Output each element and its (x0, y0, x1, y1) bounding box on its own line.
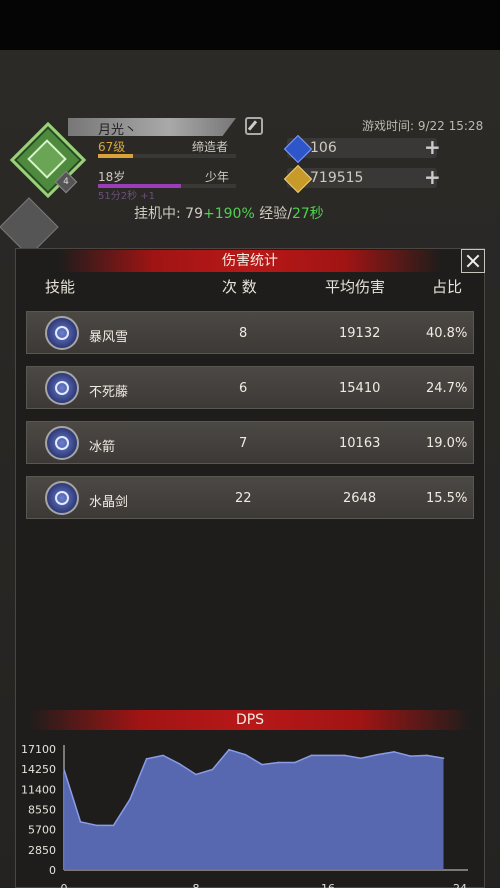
dps-data-point (310, 754, 313, 757)
dps-data-point (96, 824, 98, 827)
dps-data-point (145, 758, 148, 760)
skill-count: 6 (239, 381, 248, 396)
y-tick-label: 2850 (28, 844, 56, 857)
idle-status: 挂机中: 79+190% 经验/27秒 (134, 203, 324, 223)
skill-name: 不死藤 (89, 385, 129, 400)
dps-chart-title: DPS (30, 710, 470, 730)
column-header-percent: 占比 (432, 278, 463, 296)
undead-vine-icon (45, 371, 79, 405)
gems-amount: 106 (310, 140, 337, 156)
skill-avg-damage: 10163 (339, 436, 381, 451)
edit-icon[interactable] (245, 117, 263, 135)
dps-data-point (79, 821, 82, 823)
skill-percent: 19.0% (426, 436, 468, 451)
dps-data-point (294, 761, 296, 764)
y-tick-label: 14250 (21, 763, 56, 776)
exp-value: 27秒 (291, 206, 324, 222)
y-tick-label: 8550 (28, 804, 56, 817)
name-plate (68, 118, 236, 136)
crystal-sword-icon (45, 481, 79, 515)
dps-data-point (244, 753, 247, 756)
exp-label: 经验/ (254, 206, 292, 222)
dps-data-point (63, 768, 65, 771)
dps-data-point (426, 754, 428, 757)
y-tick-label: 5700 (28, 824, 56, 837)
dps-data-point (360, 757, 362, 759)
idle-bonus: +190% (203, 206, 255, 222)
gold-amount: 719515 (310, 170, 364, 186)
dialog-title: 伤害统计 (60, 250, 440, 272)
dps-data-point (228, 748, 230, 751)
skill-count: 22 (235, 491, 252, 506)
player-name: 月光丶 (98, 123, 138, 138)
table-row[interactable]: 暴风雪 8 19132 40.8% (26, 311, 474, 354)
dps-data-point (129, 798, 131, 801)
top-status-bar (0, 0, 500, 50)
dps-data-point (442, 757, 445, 759)
x-tick-label: 16 (321, 882, 335, 888)
level-progress-bar (98, 154, 236, 158)
dps-data-point (327, 754, 329, 757)
skill-name: 冰箭 (89, 440, 116, 455)
x-tick-label: 24 (453, 882, 467, 888)
table-row[interactable]: 不死藤 6 15410 24.7% (26, 366, 474, 409)
x-tick-label: 8 (193, 882, 200, 888)
dps-data-point (343, 754, 346, 757)
close-button[interactable] (461, 249, 485, 273)
idle-label: 挂机中: (134, 206, 186, 222)
player-age: 18岁 (98, 170, 126, 184)
dps-data-point (211, 768, 214, 771)
skill-count: 7 (239, 436, 248, 451)
age-progress-text: 51分2秒 +1 (98, 191, 156, 202)
skill-avg-damage: 2648 (343, 491, 377, 506)
dps-data-point (277, 761, 280, 764)
age-stage: 少年 (205, 170, 230, 184)
dps-data-point (261, 763, 263, 766)
skill-name: 水晶剑 (89, 495, 129, 510)
y-tick-label: 11400 (21, 783, 56, 796)
skill-name: 暴风雪 (89, 330, 129, 345)
blizzard-icon (45, 316, 79, 350)
y-tick-label: 17100 (21, 743, 56, 756)
skill-percent: 24.7% (426, 381, 468, 396)
level-progress-fill (98, 154, 133, 158)
x-tick-label: 0 (61, 882, 68, 888)
dps-data-point (376, 753, 379, 756)
column-header-avg-damage: 平均伤害 (325, 278, 386, 296)
column-header-count: 次 数 (222, 278, 257, 296)
player-level: 67级 (98, 140, 126, 154)
skill-count: 8 (239, 326, 248, 341)
dps-chart: 0 2850 5700 8550 11400 14250 17100 0 8 16 24 (21, 743, 468, 888)
avatar-badge-number: 4 (63, 177, 69, 187)
dps-data-point (393, 751, 395, 753)
idle-value: 79 (185, 206, 203, 222)
ice-arrow-icon (45, 426, 79, 460)
add-gold-button[interactable]: + (424, 165, 441, 189)
skill-avg-damage: 15410 (339, 381, 381, 396)
column-header-skill: 技能 (45, 278, 76, 296)
player-title: 缔造者 (192, 140, 229, 154)
dps-area (64, 749, 444, 870)
skill-avg-damage: 19132 (339, 326, 381, 341)
table-row[interactable]: 水晶剑 22 2648 15.5% (26, 476, 474, 519)
skill-percent: 40.8% (426, 326, 468, 341)
dps-data-point (195, 773, 197, 776)
table-row[interactable]: 冰箭 7 10163 19.0% (26, 421, 474, 464)
dps-data-point (162, 754, 164, 757)
dps-data-point (409, 755, 412, 757)
add-gems-button[interactable]: + (424, 135, 441, 159)
game-time: 游戏时间: 9/22 15:28 (362, 119, 484, 133)
skill-percent: 15.5% (426, 491, 468, 506)
y-tick-label: 0 (49, 864, 56, 877)
dps-data-point (112, 824, 115, 827)
dps-data-point (178, 763, 181, 765)
